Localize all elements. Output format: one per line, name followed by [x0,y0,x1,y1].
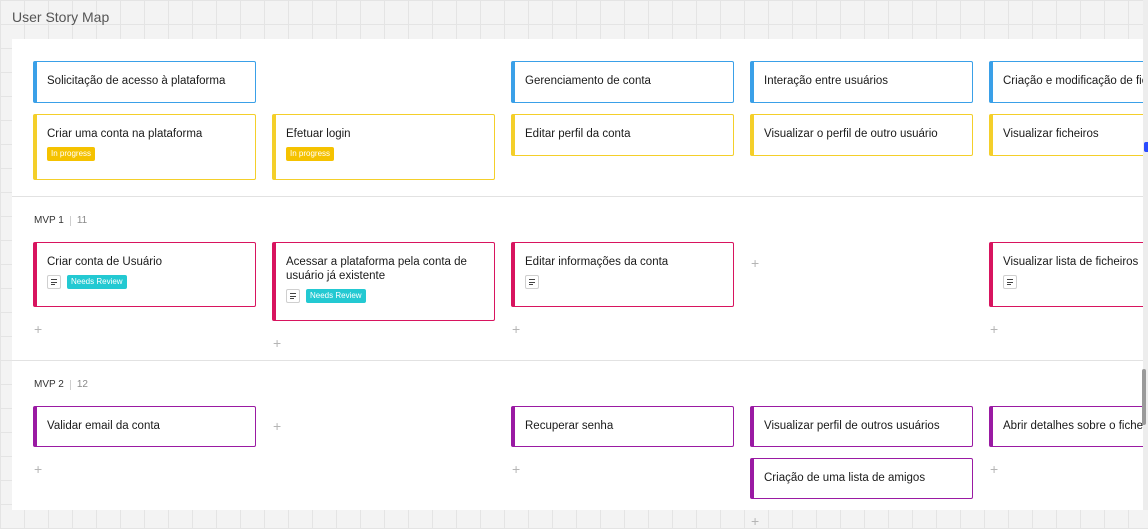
card-title: Gerenciamento de conta [525,75,651,87]
card-title: Visualizar ficheiros [1003,128,1099,140]
card-title: Editar perfil da conta [525,128,631,140]
card-title: Abrir detalhes sobre o ficheiro [1003,420,1148,432]
backbone-card[interactable]: Efetuar login In progress [272,114,495,180]
release-name: MVP 2 [34,379,64,390]
story-card[interactable]: Visualizar perfil de outros usuários [750,406,973,447]
backbone-card[interactable]: Editar perfil da conta [511,114,734,156]
activity-card[interactable]: Gerenciamento de conta [511,61,734,103]
activity-card[interactable]: Criação e modificação de ficheiros [989,61,1148,103]
release-divider [12,196,1148,197]
story-card[interactable]: Editar informações da conta [511,242,734,307]
story-card[interactable]: Recuperar senha [511,406,734,447]
status-badge: In progress [286,147,335,161]
backbone-card[interactable]: Visualizar ficheiros [989,114,1148,156]
add-card-button[interactable]: + [34,322,42,336]
release-divider [12,360,1148,361]
add-card-button[interactable]: + [512,462,520,476]
notes-icon [286,289,300,303]
card-title: Visualizar o perfil de outro usuário [764,128,938,140]
card-title: Criação e modificação de ficheiros [1003,75,1148,87]
release-label-mvp2[interactable]: MVP 2 12 [34,379,88,390]
story-map-board: Solicitação de acesso à plataforma Geren… [12,39,1148,528]
release-label-mvp1[interactable]: MVP 1 11 [34,215,87,226]
add-card-button[interactable]: + [273,419,281,433]
edge-indicator [1144,142,1148,152]
card-title: Criação de uma lista de amigos [764,472,926,484]
story-card[interactable]: Abrir detalhes sobre o ficheiro [989,406,1148,447]
status-badge: In progress [47,147,96,161]
notes-icon [525,275,539,289]
card-title: Visualizar perfil de outros usuários [764,420,940,432]
notes-icon [47,275,61,289]
separator [69,215,71,226]
vertical-scrollbar-thumb[interactable] [1142,369,1146,425]
activity-card[interactable]: Interação entre usuários [750,61,973,103]
card-title: Editar informações da conta [525,256,669,268]
card-title: Criar uma conta na plataforma [47,128,203,140]
vertical-scrollbar-track[interactable] [1143,0,1148,510]
card-title: Validar email da conta [47,420,160,432]
release-name: MVP 1 [34,215,64,226]
notes-icon [1003,275,1017,289]
card-title: Recuperar senha [525,420,614,432]
activity-card[interactable]: Solicitação de acesso à plataforma [33,61,256,103]
add-card-button[interactable]: + [751,514,759,528]
add-card-button[interactable]: + [751,256,759,270]
release-count: 12 [76,379,88,390]
add-card-button[interactable]: + [990,322,998,336]
story-card[interactable]: Validar email da conta [33,406,256,447]
status-badge: Needs Review [67,275,127,289]
add-card-button[interactable]: + [34,462,42,476]
add-card-button[interactable]: + [512,322,520,336]
story-card[interactable]: Criar conta de Usuário Needs Review [33,242,256,307]
status-badge: Needs Review [306,289,366,303]
story-card[interactable]: Acessar a plataforma pela conta de usuár… [272,242,495,321]
card-title: Solicitação de acesso à plataforma [47,75,226,87]
add-card-button[interactable]: + [990,462,998,476]
add-card-button[interactable]: + [273,336,281,350]
story-card[interactable]: Visualizar lista de ficheiros [989,242,1148,307]
backbone-card[interactable]: Visualizar o perfil de outro usuário [750,114,973,156]
card-title: Criar conta de Usuário [47,256,163,268]
board-title: User Story Map [12,9,110,25]
backbone-card[interactable]: Criar uma conta na plataforma In progres… [33,114,256,180]
card-title: Acessar a plataforma pela conta de usuár… [286,256,467,282]
release-count: 11 [76,215,88,226]
card-title: Visualizar lista de ficheiros [1003,256,1139,268]
separator [69,379,71,390]
story-card[interactable]: Criação de uma lista de amigos [750,458,973,499]
card-title: Interação entre usuários [764,75,889,87]
card-title: Efetuar login [286,128,351,140]
